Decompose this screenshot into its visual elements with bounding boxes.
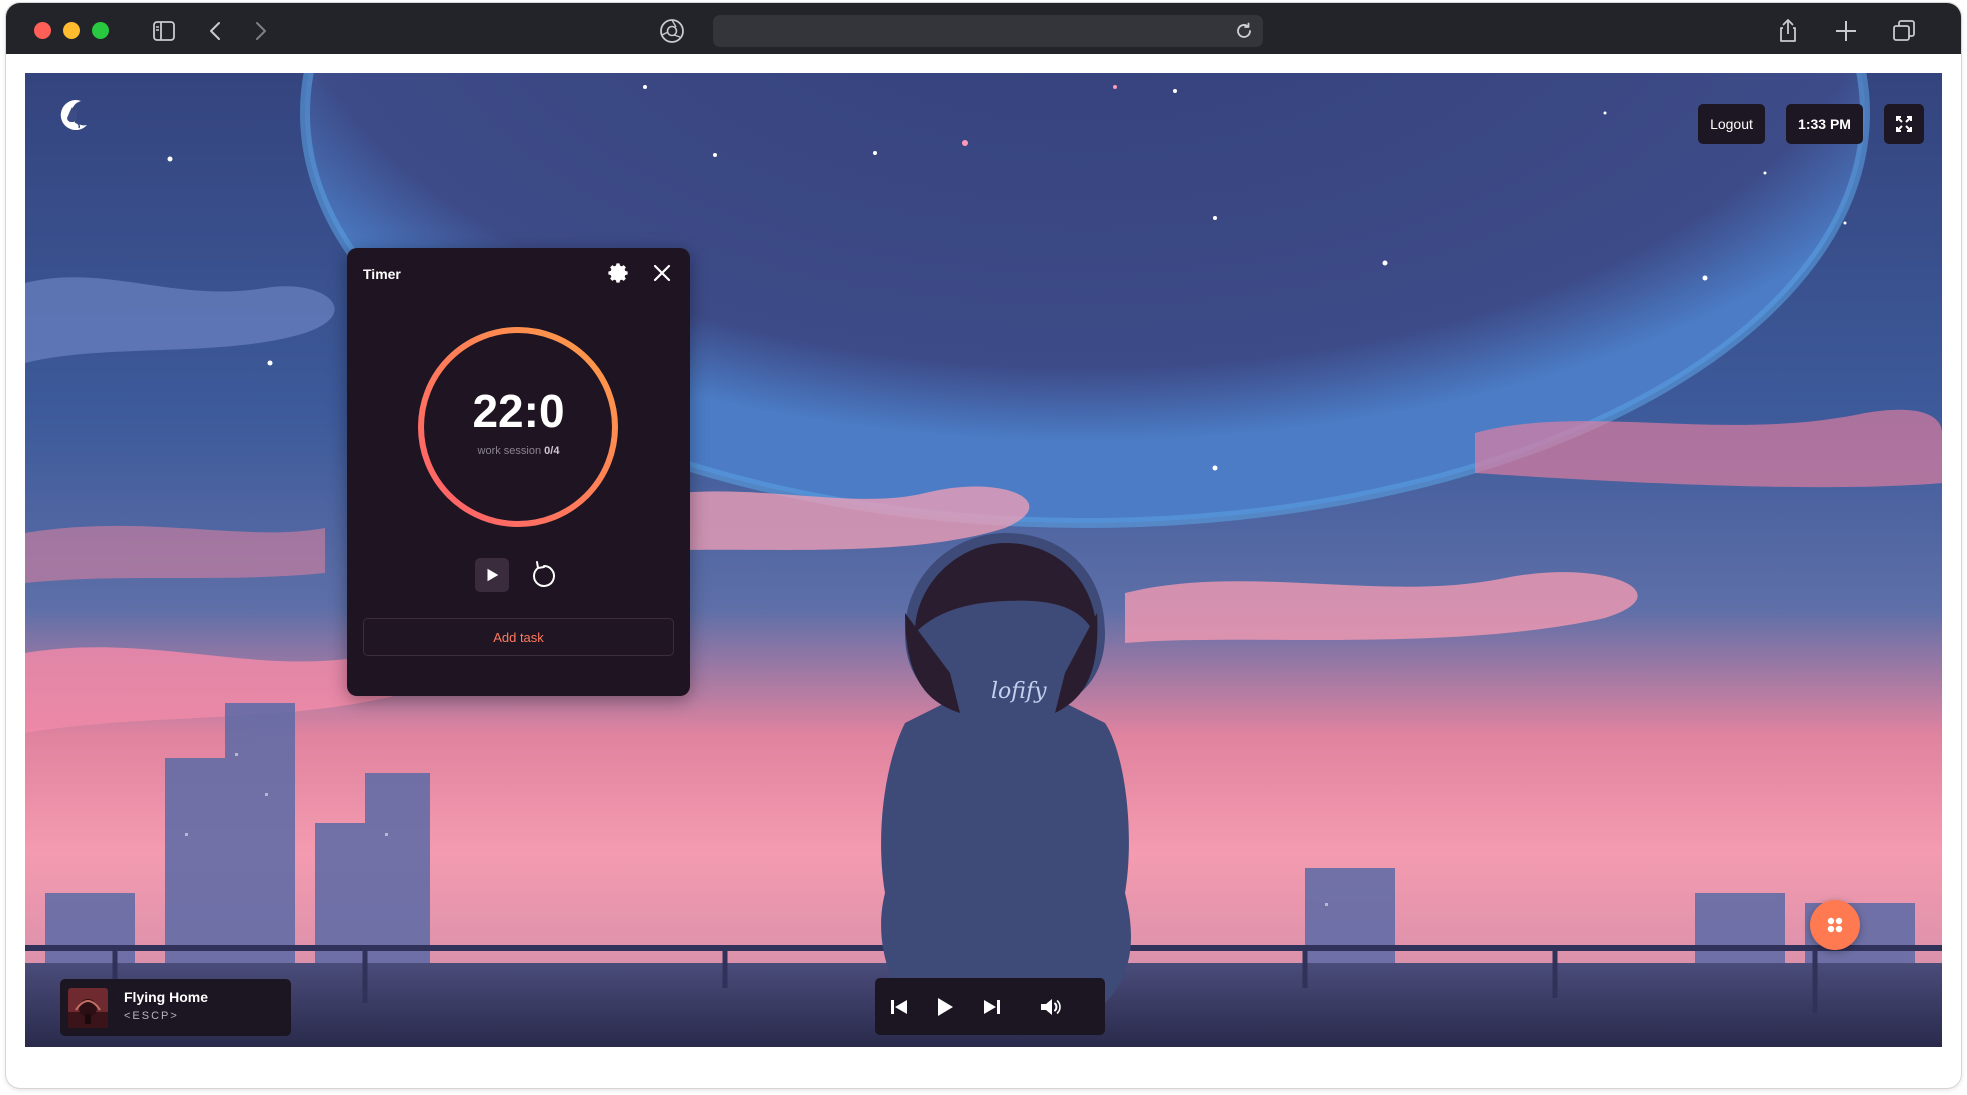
privacy-shield-icon[interactable] (658, 17, 686, 45)
tab-overview-icon[interactable] (1890, 17, 1918, 45)
timer-widget[interactable]: Timer 22:0 work session 0/4 Add task (347, 248, 690, 696)
sidebar-icon[interactable] (150, 17, 178, 45)
clock-display: 1:33 PM (1786, 104, 1863, 144)
play-icon (938, 998, 953, 1016)
play-icon (487, 568, 499, 582)
apps-menu-button[interactable] (1810, 900, 1860, 950)
minimize-window-button[interactable] (63, 22, 80, 39)
session-count: 0/4 (544, 445, 560, 457)
timer-play-button[interactable] (475, 558, 509, 592)
reload-icon[interactable] (1233, 20, 1255, 42)
fullscreen-button[interactable] (1884, 104, 1924, 144)
volume-button[interactable] (1037, 993, 1065, 1021)
zoom-window-button[interactable] (92, 22, 109, 39)
shirt-lettering: lofify (991, 679, 1047, 704)
album-art (68, 988, 108, 1028)
browser-toolbar (6, 3, 1961, 54)
logout-button[interactable]: Logout (1698, 104, 1765, 144)
session-label: work session (477, 445, 542, 457)
skip-back-icon (891, 1000, 907, 1014)
previous-track-button[interactable] (885, 993, 913, 1021)
fullscreen-icon (1896, 116, 1912, 132)
player-controls (875, 978, 1105, 1035)
timer-countdown: 22:0 (472, 385, 565, 437)
reset-icon (533, 561, 555, 587)
close-icon[interactable] (651, 262, 673, 284)
now-playing-card[interactable]: Flying Home <ESCP> (60, 979, 291, 1036)
background-scene: lofify (25, 73, 1942, 1047)
back-button[interactable] (202, 17, 230, 45)
browser-window: lofify Logout 1:33 PM Timer 22:0 work se… (6, 3, 1961, 1088)
next-track-button[interactable] (978, 993, 1006, 1021)
app-viewport: lofify Logout 1:33 PM Timer 22:0 work se… (25, 73, 1942, 1047)
share-icon[interactable] (1774, 17, 1802, 45)
gear-icon[interactable] (607, 262, 629, 284)
add-task-button[interactable]: Add task (363, 618, 674, 656)
cat-moon-logo[interactable] (53, 95, 93, 135)
play-button[interactable] (930, 993, 958, 1021)
forward-button[interactable] (246, 17, 274, 45)
timer-title: Timer (363, 266, 401, 282)
track-artist: <ESCP> (124, 1010, 179, 1022)
track-title: Flying Home (124, 989, 209, 1005)
address-bar[interactable] (713, 15, 1263, 47)
reset-button[interactable] (527, 558, 561, 592)
new-tab-button[interactable] (1832, 17, 1860, 45)
skip-forward-icon (984, 1000, 1000, 1014)
close-window-button[interactable] (34, 22, 51, 39)
apps-grid-icon (1827, 917, 1843, 933)
volume-icon (1041, 999, 1061, 1015)
session-indicator: work session 0/4 (347, 445, 690, 457)
